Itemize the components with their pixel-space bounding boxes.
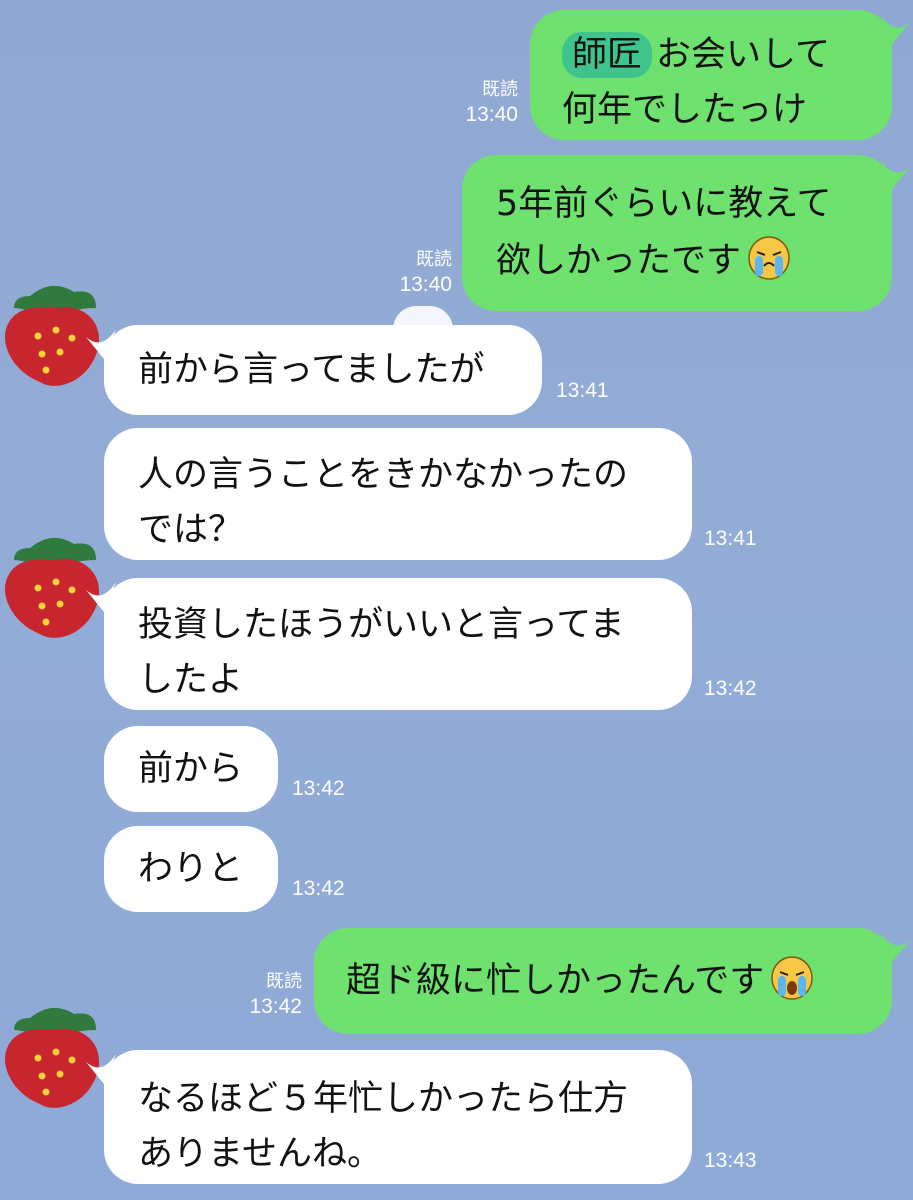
bubble-tail [86,1054,116,1084]
timestamp: 13:43 [704,1149,757,1172]
message-line: なるほど５年忙しかったら仕方 [138,1079,629,1119]
read-receipt: 既読 [416,249,452,269]
received-message-bubble[interactable]: 前から [104,726,278,812]
message-line: したよ [138,660,244,700]
crying-face-icon [771,956,814,1000]
message-line: 前から言ってましたが [138,350,485,390]
sent-message-bubble[interactable]: 超ド級に忙しかったんです [314,928,910,1034]
received-message-bubble[interactable]: わりと [104,826,278,912]
bubble-tail [86,329,116,359]
message-line: わりと [138,849,244,889]
message-line: 投資したほうがいいと言ってま [138,605,625,645]
timestamp: 13:41 [556,379,609,402]
timestamp: 13:41 [704,527,757,550]
message-line: 師匠 お会いして [562,28,872,83]
highlighted-word: 師匠 [562,32,653,78]
sent-message-bubble[interactable]: 師匠 お会いして 何年でしたっけ [530,10,910,140]
message-line: では？ [138,510,244,550]
message-line: 前から [138,749,244,789]
timestamp: 13:42 [249,995,302,1018]
timestamp: 13:42 [292,777,345,800]
received-message-bubble[interactable]: 人の言うことをきかなかったの では？ [104,428,692,560]
sent-message-bubble[interactable]: 5年前ぐらいに教えて 欲しかったです [462,155,910,311]
timestamp: 13:40 [399,273,452,296]
message-meta: 既読 13:40 [430,76,518,128]
message-line: 5年前ぐらいに教えて [496,184,832,224]
message-line: 何年でしたっけ [562,90,808,130]
crying-face-icon [748,236,790,280]
message-line: 超ド級に忙しかったんです [346,952,874,1009]
message-line: ありませんね。 [138,1134,382,1174]
received-message-bubble[interactable]: 投資したほうがいいと言ってま したよ [86,578,692,710]
bubble-tail [86,582,116,612]
received-message-bubble[interactable]: なるほど５年忙しかったら仕方 ありませんね。 [86,1050,692,1184]
timestamp: 13:42 [292,877,345,900]
read-receipt: 既読 [482,79,518,99]
timestamp: 13:42 [704,677,757,700]
message-line: 人の言うことをきかなかったの [138,455,629,495]
message-meta: 既読 13:40 [364,246,452,298]
message-meta: 既読 13:42 [210,968,302,1020]
bubble-tail [880,14,910,44]
bubble-tail [880,932,910,962]
bubble-tail [880,159,910,189]
timestamp: 13:40 [465,103,518,126]
received-message-bubble[interactable]: 前から言ってましたが [86,325,542,415]
read-receipt: 既読 [266,971,302,991]
message-line: 欲しかったです [496,232,872,289]
